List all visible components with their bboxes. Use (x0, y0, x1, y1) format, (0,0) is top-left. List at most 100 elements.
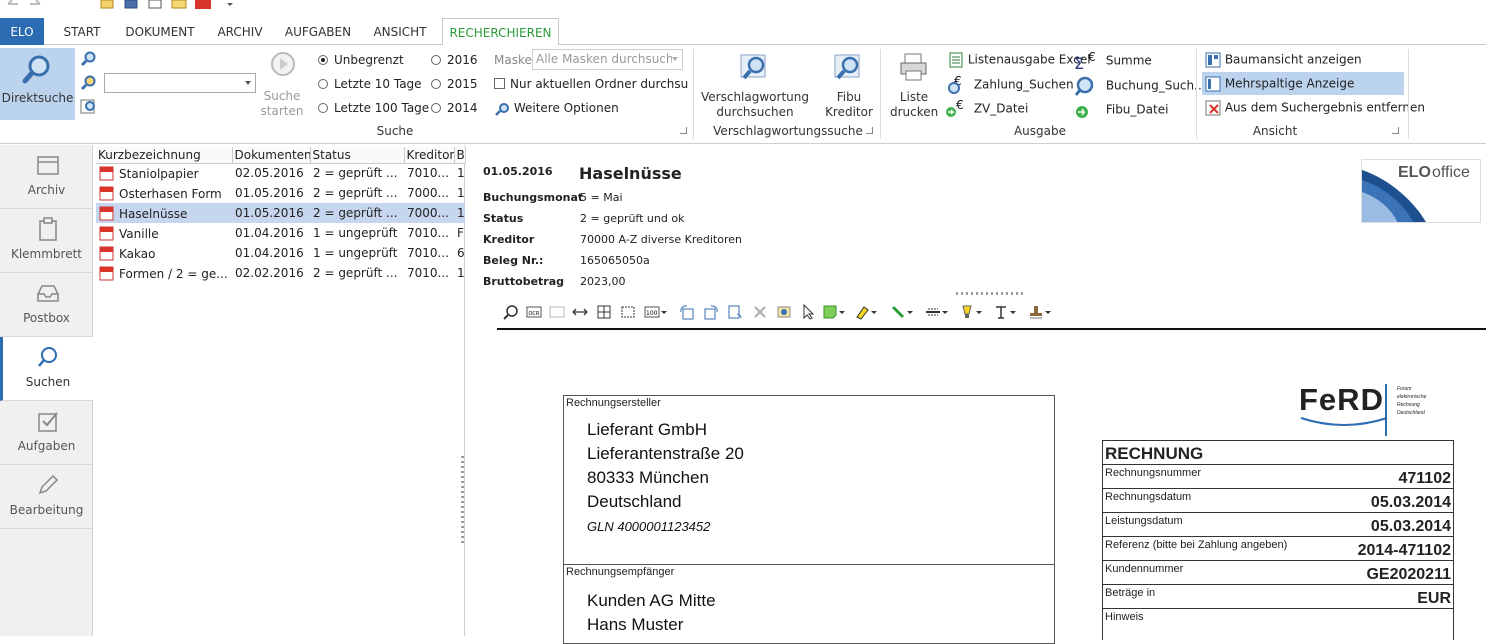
ferd-subtitle: Forum elektronische Rechnung Deutschland (1397, 385, 1426, 417)
back-arrow-icon[interactable] (6, 0, 20, 8)
green-pen-icon[interactable] (890, 304, 906, 320)
highlighter-icon[interactable] (854, 304, 870, 320)
fit-page-icon[interactable] (596, 304, 612, 320)
stamp-view-icon[interactable] (776, 304, 792, 320)
table-row-selected[interactable]: Haselnüsse 01.05.2016 2 = geprüft ... 70… (96, 203, 465, 223)
cell-date: 01.05.2016 (235, 186, 304, 200)
text-annotation-icon[interactable] (993, 304, 1009, 320)
task-icon[interactable] (100, 0, 114, 9)
nav-suchen[interactable]: Suchen (0, 337, 93, 401)
rotate-left-icon[interactable] (679, 304, 695, 320)
rechnung-row: Referenz (bitte bei Zahlung angeben) 2014… (1103, 537, 1453, 561)
chevron-down-icon[interactable] (906, 304, 914, 320)
zahlung-suchen-button[interactable]: € Zahlung_Suchen (944, 76, 1074, 94)
column-header-dokumentendatum[interactable]: Dokumentend (232, 147, 311, 164)
ocr-disabled-icon[interactable] (549, 304, 565, 320)
forward-arrow-icon[interactable] (28, 0, 42, 8)
aus-suchergebnis-entfernen-button[interactable]: Aus dem Suchergebnis entfernen (1205, 100, 1425, 116)
clipboard-icon (39, 217, 57, 241)
nav-postbox[interactable]: Postbox (0, 273, 93, 337)
nav-aufgaben[interactable]: Aufgaben (0, 401, 93, 465)
dialog-launcher-icon[interactable] (1392, 127, 1399, 134)
rotate-right-icon[interactable] (703, 304, 719, 320)
zoom-100-icon[interactable]: 100 (644, 304, 660, 320)
tab-elo[interactable]: ELO (0, 18, 44, 45)
table-row[interactable]: Staniolpapier 02.05.2016 2 = geprüft ...… (96, 163, 465, 183)
table-row[interactable]: Vanille 01.04.2016 1 = ungeprüft 7010...… (96, 223, 465, 243)
buchung-suchen-button[interactable]: Buchung_Such... (1074, 76, 1206, 96)
table-row[interactable]: Kakao 01.04.2016 1 = ungeprüft 7010... 6 (96, 243, 465, 263)
page-count-icon[interactable] (148, 0, 162, 9)
select-area-icon[interactable] (620, 304, 636, 320)
ferd-logo-text: FeRD (1299, 382, 1384, 417)
summe-button[interactable]: Σ € Summe (1074, 51, 1152, 71)
radio-letzte-10[interactable]: Letzte 10 Tage (318, 77, 422, 91)
chevron-down-icon[interactable] (838, 304, 846, 320)
zv-datei-button[interactable]: € ZV_Datei (944, 100, 1028, 118)
column-header-extra[interactable]: B (454, 147, 466, 164)
zoom-icon[interactable] (503, 304, 519, 320)
table-row[interactable]: Osterhasen Form 01.05.2016 2 = geprüft .… (96, 183, 465, 203)
suche-starten-button[interactable]: Suche starten (258, 51, 306, 121)
tab-archiv[interactable]: ARCHIV (208, 18, 272, 45)
search-small-icon[interactable] (80, 51, 96, 67)
column-header-kreditor[interactable]: Kreditor (404, 147, 455, 164)
tab-dokument[interactable]: DOKUMENT (120, 18, 200, 45)
listenausgabe-excel-button[interactable]: Listenausgabe Excel (948, 52, 1091, 68)
dialog-launcher-icon[interactable] (866, 127, 873, 134)
table-row[interactable]: Formen / 2 = ge... 02.02.2016 2 = geprüf… (96, 263, 465, 283)
delete-annotation-icon[interactable] (752, 304, 768, 320)
nav-bearbeitung[interactable]: Bearbeitung (0, 465, 93, 529)
save-icon[interactable] (124, 0, 138, 9)
search-list-icon[interactable] (80, 99, 96, 115)
chevron-down-icon[interactable] (1044, 304, 1052, 320)
chevron-down-icon[interactable] (941, 304, 949, 320)
chevron-down-icon[interactable] (870, 304, 878, 320)
chevron-down-icon[interactable] (975, 304, 983, 320)
mail-icon[interactable] (171, 0, 187, 9)
splitter-handle-horizontal[interactable] (956, 292, 1026, 295)
fit-width-icon[interactable] (572, 304, 588, 320)
nav-archiv[interactable]: Archiv (0, 145, 93, 209)
result-list: Kurzbezeichnung Dokumentend Status Kredi… (93, 145, 466, 636)
chevron-down-icon[interactable] (1009, 304, 1017, 320)
search-folder-icon[interactable] (80, 75, 96, 91)
pointer-icon[interactable] (800, 304, 816, 320)
radio-2015[interactable]: 2015 (431, 77, 478, 91)
maske-combo[interactable]: Alle Masken durchsuchen (532, 49, 683, 70)
search-term-combo[interactable] (104, 73, 256, 93)
nur-ordner-checkbox[interactable]: Nur aktuellen Ordner durchsuchen (494, 77, 688, 91)
strikethrough-icon[interactable] (925, 304, 941, 320)
direktsuche-button[interactable]: Direktsuche (0, 48, 75, 120)
rotate-page-icon[interactable] (727, 304, 743, 320)
nav-klemmbrett-label: Klemmbrett (10, 247, 83, 261)
weitere-optionen-button[interactable]: Weitere Optionen (494, 101, 619, 116)
radio-unbegrenzt[interactable]: Unbegrenzt (318, 53, 404, 67)
splitter-handle[interactable] (461, 456, 464, 546)
tab-aufgaben[interactable]: AUFGABEN (278, 18, 358, 45)
pdf-export-icon[interactable] (194, 0, 212, 10)
qat-dropdown-icon[interactable] (226, 2, 234, 8)
column-header-kurzbezeichnung[interactable]: Kurzbezeichnung (96, 147, 233, 164)
mehrspaltige-anzeige-button[interactable]: Mehrspaltige Anzeige (1202, 72, 1404, 95)
dialog-launcher-icon[interactable] (680, 127, 687, 134)
nav-klemmbrett[interactable]: Klemmbrett (0, 209, 93, 273)
chevron-down-icon[interactable] (660, 304, 668, 320)
verschlagwortung-button[interactable]: Verschlagwortung durchsuchen (700, 53, 810, 119)
ocr-icon[interactable]: OCR (526, 304, 542, 320)
tab-start[interactable]: START (52, 18, 112, 45)
baumansicht-button[interactable]: Baumansicht anzeigen (1205, 52, 1362, 68)
marker-icon[interactable] (959, 304, 975, 320)
fibu-datei-button[interactable]: Fibu_Datei (1074, 100, 1168, 120)
sticky-note-icon[interactable] (822, 304, 838, 320)
radio-2016[interactable]: 2016 (431, 53, 478, 67)
tab-recherchieren[interactable]: RECHERCHIEREN (442, 18, 559, 46)
liste-drucken-button[interactable]: Liste drucken (890, 53, 938, 119)
fibu-kreditor-button[interactable]: Fibu Kreditor (822, 53, 876, 119)
radio-2014[interactable]: 2014 (431, 101, 478, 115)
tab-ansicht[interactable]: ANSICHT (364, 18, 436, 45)
maske-combo-value: Alle Masken durchsuchen (536, 52, 672, 66)
stamp-icon[interactable] (1028, 304, 1044, 320)
radio-letzte-100[interactable]: Letzte 100 Tage (318, 101, 429, 115)
column-header-status[interactable]: Status (310, 147, 405, 164)
